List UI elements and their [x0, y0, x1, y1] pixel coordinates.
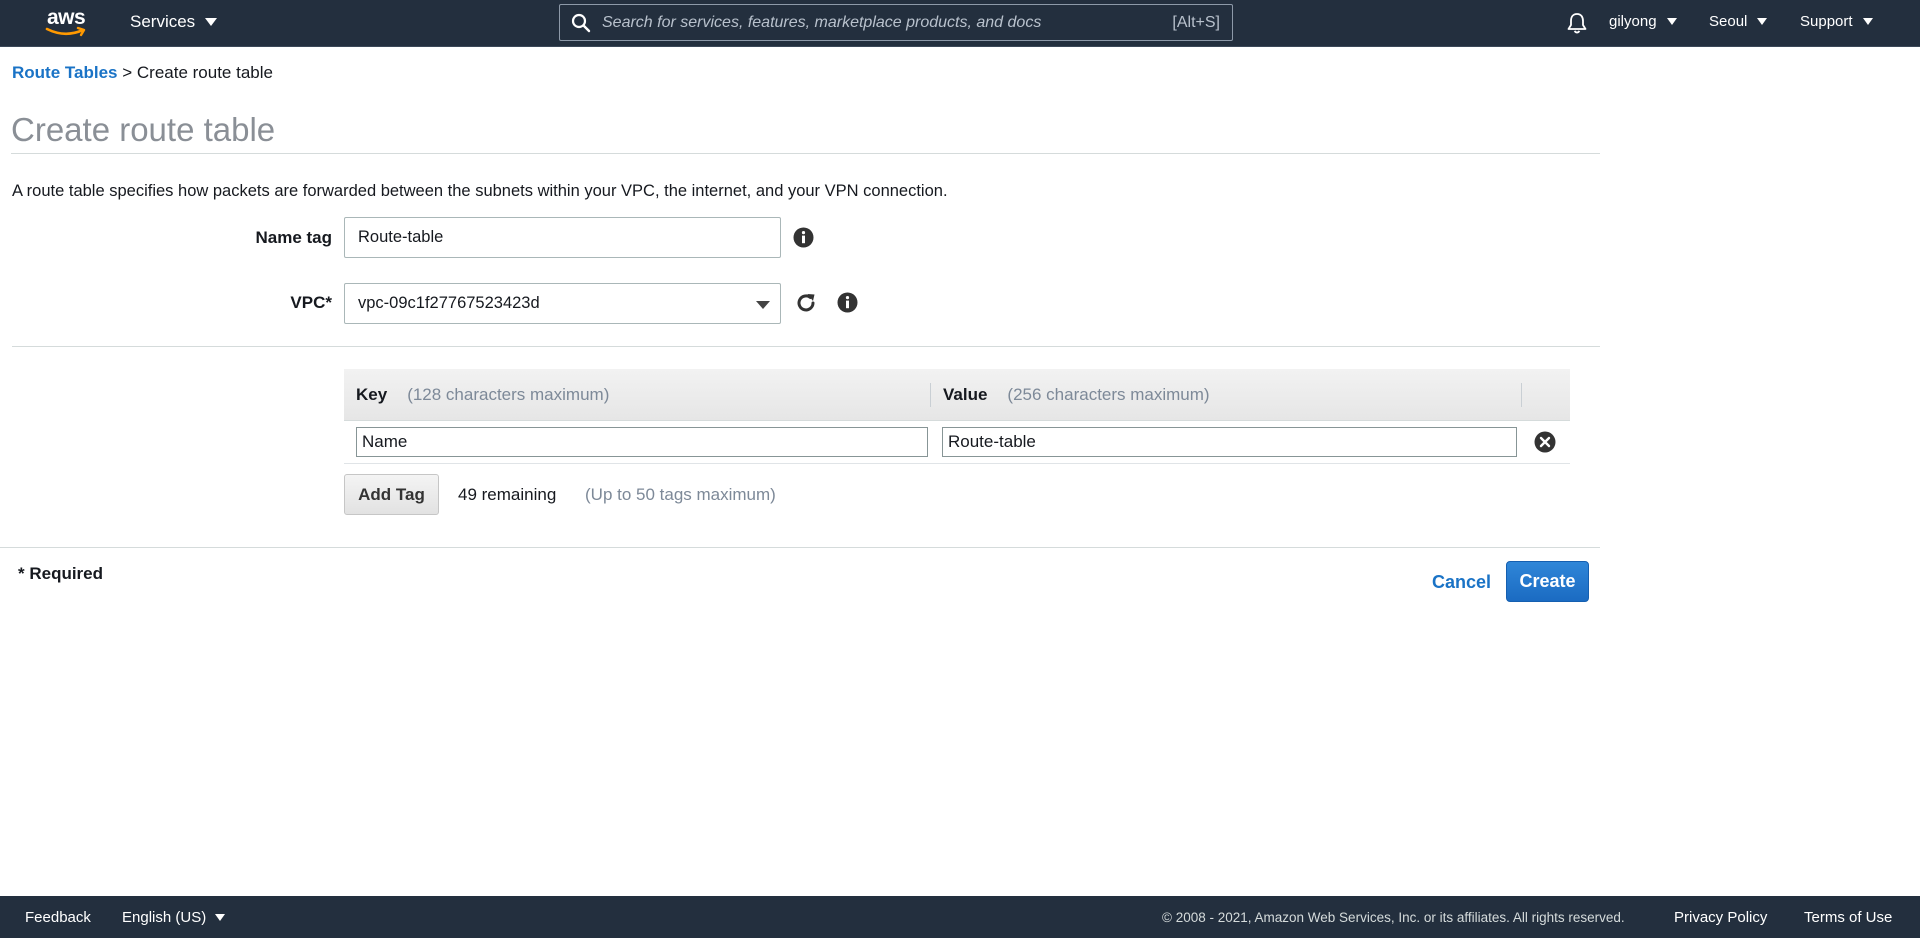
- language-selector[interactable]: English (US): [122, 909, 226, 926]
- form-divider: [12, 346, 1600, 347]
- privacy-policy-link[interactable]: Privacy Policy: [1674, 909, 1767, 926]
- actions-divider: [0, 547, 1600, 548]
- vpc-info-icon[interactable]: [836, 291, 858, 313]
- terms-of-use-link[interactable]: Terms of Use: [1804, 909, 1892, 926]
- feedback-link[interactable]: Feedback: [25, 909, 91, 926]
- remove-tag-icon[interactable]: [1533, 430, 1557, 454]
- value-header-hint: (256 characters maximum): [1007, 384, 1210, 404]
- breadcrumb: Route Tables > Create route table: [12, 63, 273, 83]
- add-tag-button[interactable]: Add Tag: [344, 474, 439, 515]
- required-note: * Required: [18, 564, 104, 583]
- name-tag-label: Name tag: [255, 228, 332, 247]
- vpc-selected-value: vpc-09c1f27767523423d: [358, 294, 540, 312]
- tags-max-hint: (Up to 50 tags maximum): [585, 485, 776, 504]
- title-divider: [11, 153, 1600, 154]
- region-name: Seoul: [1709, 13, 1748, 30]
- caret-down-icon: [205, 18, 218, 26]
- breadcrumb-separator: >: [122, 63, 133, 82]
- language-label: English (US): [122, 909, 207, 926]
- key-header-hint: (128 characters maximum): [407, 384, 610, 404]
- key-header-label: Key: [356, 384, 388, 404]
- value-cell: [930, 427, 1521, 457]
- support-menu[interactable]: Support: [1800, 13, 1873, 30]
- search-input[interactable]: [602, 6, 1173, 39]
- caret-down-icon: [215, 914, 226, 921]
- tag-value-input[interactable]: [942, 427, 1517, 457]
- key-cell: [344, 427, 930, 457]
- vpc-label: VPC*: [290, 293, 332, 312]
- services-label: Services: [130, 12, 196, 31]
- key-column-header: Key (128 characters maximum): [344, 369, 930, 420]
- region-menu[interactable]: Seoul: [1709, 13, 1768, 30]
- copyright-text: © 2008 - 2021, Amazon Web Services, Inc.…: [1162, 910, 1625, 925]
- search-shortcut-hint: [Alt+S]: [1172, 13, 1220, 31]
- vpc-select[interactable]: vpc-09c1f27767523423d: [344, 283, 781, 324]
- value-column-header: Value (256 characters maximum): [931, 369, 1521, 420]
- page-title: Create route table: [11, 111, 276, 148]
- breadcrumb-current: Create route table: [136, 63, 273, 82]
- tag-key-input[interactable]: [356, 427, 928, 457]
- search-bar[interactable]: [Alt+S]: [559, 4, 1233, 41]
- account-menu[interactable]: gilyong: [1609, 13, 1677, 30]
- tags-table-header: Key (128 characters maximum) Value (256 …: [344, 369, 1570, 421]
- tags-table: Key (128 characters maximum) Value (256 …: [344, 369, 1570, 464]
- services-menu[interactable]: Services: [130, 12, 218, 32]
- support-label: Support: [1800, 13, 1853, 30]
- caret-down-icon: [1666, 18, 1677, 25]
- aws-smile-icon: [45, 26, 86, 37]
- bell-icon[interactable]: [1566, 11, 1588, 40]
- page-description: A route table specifies how packets are …: [12, 182, 948, 200]
- refresh-icon[interactable]: [794, 291, 818, 315]
- chevron-down-icon: [756, 301, 770, 309]
- footer: Feedback English (US) © 2008 - 2021, Ama…: [0, 896, 1920, 938]
- name-tag-info-icon[interactable]: [792, 226, 814, 248]
- search-icon: [560, 5, 602, 40]
- account-name: gilyong: [1609, 13, 1657, 30]
- aws-logo[interactable]: aws: [45, 6, 89, 38]
- value-header-label: Value: [943, 384, 988, 404]
- caret-down-icon: [1757, 18, 1768, 25]
- column-separator: [1521, 382, 1522, 407]
- top-navigation-bar: aws Services [Alt+S] gilyong Seoul: [0, 0, 1920, 47]
- breadcrumb-route-tables-link[interactable]: Route Tables: [12, 63, 117, 82]
- tags-remaining-count: 49 remaining: [458, 485, 557, 504]
- caret-down-icon: [1862, 18, 1873, 25]
- create-button[interactable]: Create: [1506, 561, 1589, 602]
- cancel-button[interactable]: Cancel: [1432, 572, 1491, 593]
- table-row: [344, 421, 1570, 464]
- name-tag-input[interactable]: [344, 217, 781, 258]
